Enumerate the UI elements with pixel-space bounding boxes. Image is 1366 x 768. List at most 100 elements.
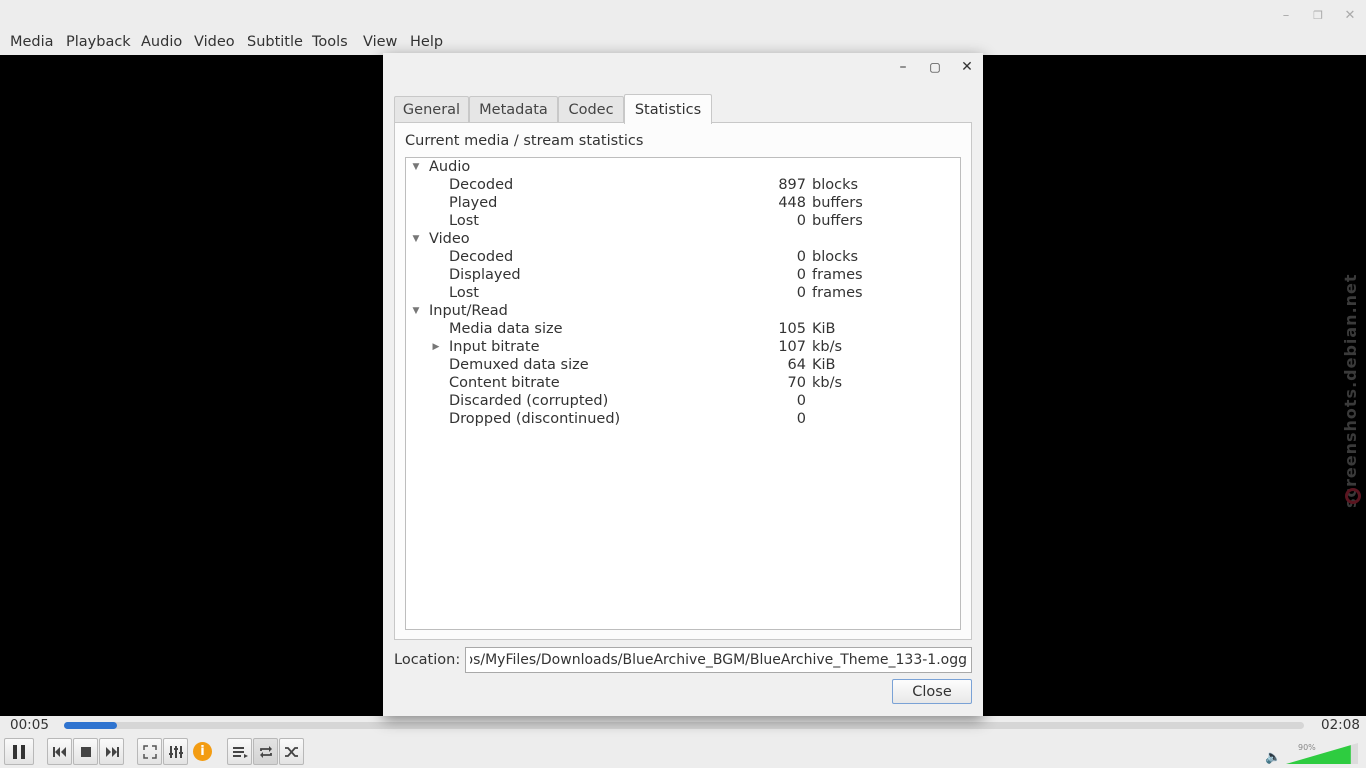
playlist-button[interactable] bbox=[227, 738, 252, 765]
stat-label: Media data size bbox=[449, 321, 563, 337]
watermark-logo-icon bbox=[1345, 488, 1361, 504]
media-info-button[interactable]: i bbox=[190, 738, 215, 765]
stat-unit: frames bbox=[812, 267, 863, 283]
tab-metadata[interactable]: Metadata bbox=[469, 96, 558, 123]
stat-unit: kb/s bbox=[812, 339, 843, 355]
equalizer-icon bbox=[168, 745, 183, 758]
tree-item-row[interactable]: Decoded 897 blocks bbox=[406, 176, 960, 194]
stat-label: Lost bbox=[449, 285, 479, 301]
tree-group-row[interactable]: ▼ Audio bbox=[406, 158, 960, 176]
expand-arrow-icon: ▼ bbox=[412, 306, 420, 316]
stat-label: Decoded bbox=[449, 249, 514, 265]
stat-value: 0 bbox=[796, 213, 806, 229]
stat-label: Content bitrate bbox=[449, 375, 560, 391]
fullscreen-icon bbox=[142, 744, 157, 759]
previous-icon bbox=[52, 746, 66, 757]
info-icon: i bbox=[193, 742, 212, 761]
dialog-close-icon[interactable]: ✕ bbox=[958, 58, 976, 76]
restore-icon[interactable]: ❐ bbox=[1310, 8, 1326, 24]
stat-unit: KiB bbox=[812, 357, 836, 373]
collapsed-arrow-icon: ▶ bbox=[432, 342, 440, 352]
tab-general[interactable]: General bbox=[394, 96, 469, 123]
location-label: Location: bbox=[394, 652, 461, 668]
pause-button[interactable] bbox=[4, 738, 34, 765]
stat-unit: buffers bbox=[812, 195, 863, 211]
main-titlebar: – ❐ ✕ bbox=[0, 0, 1366, 33]
elapsed-time: 00:05 bbox=[10, 717, 49, 733]
stat-value: 107 bbox=[778, 339, 806, 355]
tree-item-row[interactable]: Lost 0 frames bbox=[406, 284, 960, 302]
menu-subtitle[interactable]: Subtitle bbox=[247, 34, 303, 50]
tree-group-row[interactable]: ▼ Video bbox=[406, 230, 960, 248]
tree-item-row[interactable]: Displayed 0 frames bbox=[406, 266, 960, 284]
previous-button[interactable] bbox=[47, 738, 72, 765]
menu-playback[interactable]: Playback bbox=[66, 34, 131, 50]
tree-item-row[interactable]: ▶ Input bitrate 107 kb/s bbox=[406, 338, 960, 356]
stat-value: 0 bbox=[796, 393, 806, 409]
statistics-tree[interactable]: ▼ Audio Decoded 897 blocks Played 448 buffers Lo… bbox=[405, 157, 961, 630]
playlist-icon bbox=[232, 746, 248, 758]
tree-item-row[interactable]: Lost 0 buffers bbox=[406, 212, 960, 230]
extended-settings-button[interactable] bbox=[163, 738, 188, 765]
tab-codec[interactable]: Codec bbox=[558, 96, 624, 123]
stat-value: 64 bbox=[787, 357, 806, 373]
expand-arrow-icon: ▼ bbox=[412, 162, 420, 172]
watermark: screenshots.debian.net bbox=[1341, 273, 1360, 508]
tree-group-label: Input/Read bbox=[429, 303, 508, 319]
timeline: 00:05 02:08 bbox=[0, 716, 1366, 736]
stat-value: 0 bbox=[796, 411, 806, 427]
loop-icon bbox=[259, 745, 272, 758]
minimize-icon[interactable]: – bbox=[1278, 8, 1294, 24]
menu-tools[interactable]: Tools bbox=[312, 34, 348, 50]
tree-item-row[interactable]: Content bitrate 70 kb/s bbox=[406, 374, 960, 392]
menu-video[interactable]: Video bbox=[194, 34, 235, 50]
stat-label: Demuxed data size bbox=[449, 357, 589, 373]
stat-unit: KiB bbox=[812, 321, 836, 337]
seek-slider[interactable] bbox=[64, 722, 1304, 729]
stat-unit: buffers bbox=[812, 213, 863, 229]
volume-level: 90% bbox=[1298, 743, 1316, 752]
tree-item-row[interactable]: Discarded (corrupted) 0 bbox=[406, 392, 960, 410]
menu-view[interactable]: View bbox=[363, 34, 397, 50]
seek-slider-fill bbox=[64, 722, 118, 729]
stat-label: Decoded bbox=[449, 177, 514, 193]
tree-item-row[interactable]: Decoded 0 blocks bbox=[406, 248, 960, 266]
stat-unit: blocks bbox=[812, 249, 859, 265]
stat-label: Dropped (discontinued) bbox=[449, 411, 621, 427]
tab-statistics[interactable]: Statistics bbox=[624, 94, 712, 124]
tree-group-label: Video bbox=[429, 231, 470, 247]
shuffle-button[interactable] bbox=[279, 738, 304, 765]
next-icon bbox=[105, 746, 119, 757]
stop-icon bbox=[80, 746, 91, 757]
stat-unit: blocks bbox=[812, 177, 859, 193]
stat-unit: frames bbox=[812, 285, 863, 301]
dialog-maximize-icon[interactable]: ▢ bbox=[926, 58, 944, 76]
shuffle-icon bbox=[284, 746, 298, 757]
next-button[interactable] bbox=[99, 738, 124, 765]
close-button[interactable]: Close bbox=[892, 679, 972, 704]
menu-help[interactable]: Help bbox=[410, 34, 443, 50]
media-information-dialog: – ▢ ✕ General Metadata Codec Statistics … bbox=[383, 53, 983, 716]
menu-audio[interactable]: Audio bbox=[141, 34, 182, 50]
location-field[interactable] bbox=[465, 647, 972, 673]
close-window-icon[interactable]: ✕ bbox=[1342, 8, 1358, 24]
stat-label: Input bitrate bbox=[449, 339, 540, 355]
menu-bar: Media Playback Audio Video Subtitle Tool… bbox=[0, 33, 1366, 55]
fullscreen-button[interactable] bbox=[137, 738, 162, 765]
tree-item-row[interactable]: Demuxed data size 64 KiB bbox=[406, 356, 960, 374]
tree-item-row[interactable]: Dropped (discontinued) 0 bbox=[406, 410, 960, 428]
control-bar: i bbox=[0, 736, 1366, 768]
menu-media[interactable]: Media bbox=[10, 34, 54, 50]
stop-button[interactable] bbox=[73, 738, 98, 765]
stat-value: 897 bbox=[778, 177, 806, 193]
stat-label: Displayed bbox=[449, 267, 521, 283]
dialog-minimize-icon[interactable]: – bbox=[894, 58, 912, 76]
tree-group-row[interactable]: ▼ Input/Read bbox=[406, 302, 960, 320]
stat-value: 70 bbox=[787, 375, 806, 391]
tree-item-row[interactable]: Media data size 105 KiB bbox=[406, 320, 960, 338]
stat-unit: kb/s bbox=[812, 375, 843, 391]
stat-value: 0 bbox=[796, 249, 806, 265]
loop-button[interactable] bbox=[253, 738, 278, 765]
tree-item-row[interactable]: Played 448 buffers bbox=[406, 194, 960, 212]
volume-icon[interactable]: 🔈 bbox=[1265, 750, 1281, 765]
